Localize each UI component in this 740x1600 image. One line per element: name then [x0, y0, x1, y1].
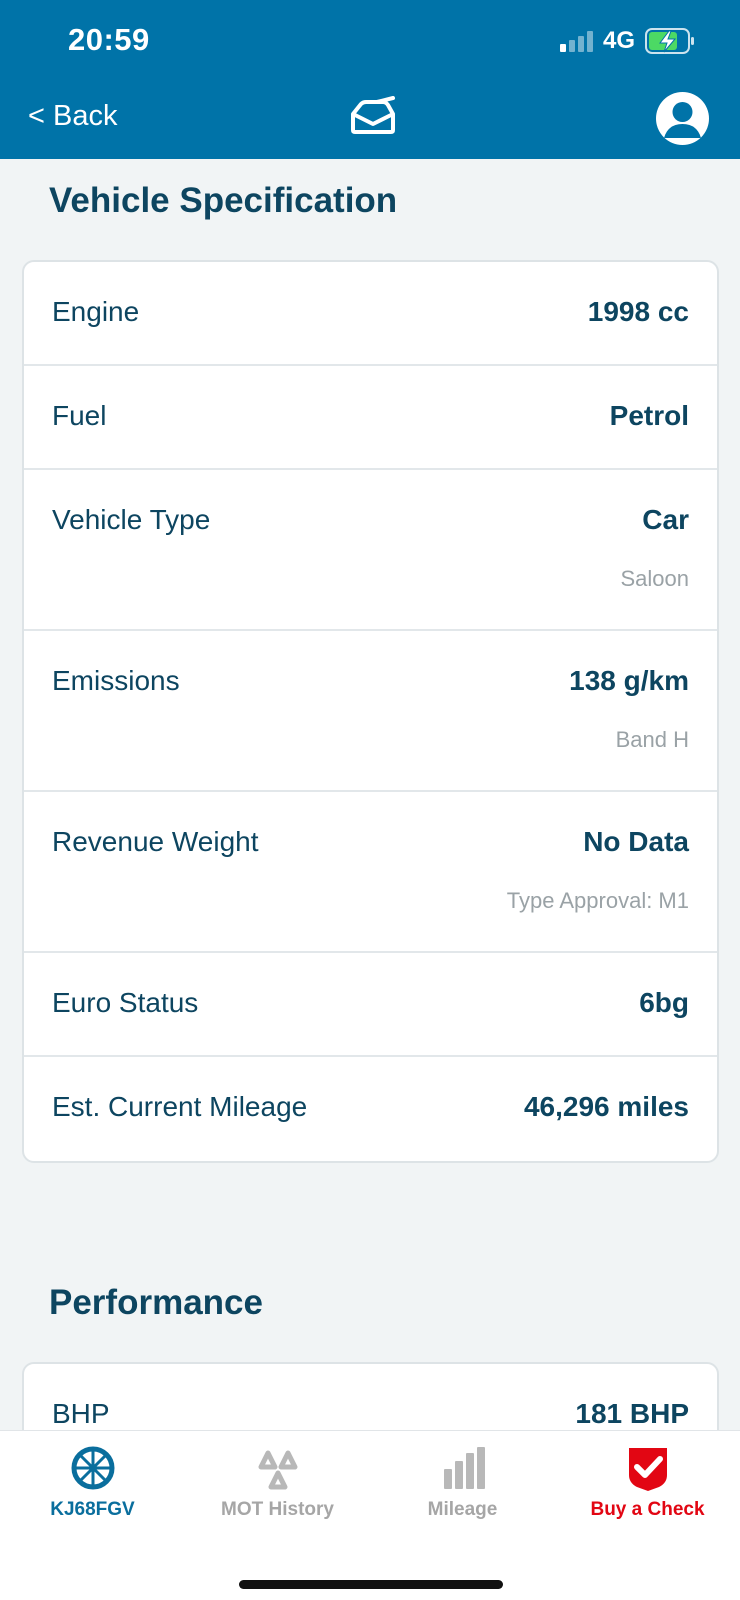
row-value: Petrol [609, 400, 689, 431]
row-subvalue: Type Approval: M1 [506, 888, 689, 913]
performance-title: Performance [49, 1283, 263, 1322]
row-label: Emissions [52, 665, 180, 696]
tab-buy-a-check[interactable]: Buy a Check [555, 1445, 740, 1525]
row-label: Est. Current Mileage [52, 1091, 308, 1122]
spec-row-vehicle-type: Vehicle Type Car Saloon [24, 470, 717, 631]
spec-row-emissions: Emissions 138 g/km Band H [24, 631, 717, 792]
row-subvalue: Saloon [620, 566, 689, 591]
vehicle-spec-card: Engine 1998 cc Fuel Petrol Vehicle Type … [22, 260, 719, 1163]
signal-icon [560, 31, 593, 52]
tab-label: Buy a Check [590, 1499, 705, 1520]
row-label: Euro Status [52, 987, 199, 1018]
mot-triangle-icon [258, 1450, 297, 1490]
row-subvalue: Band H [615, 727, 689, 752]
row-value: 6bg [639, 987, 689, 1018]
row-label: Revenue Weight [52, 826, 259, 857]
back-button[interactable]: < Back [28, 100, 117, 133]
tab-label: MOT History [221, 1499, 334, 1520]
tab-label: KJ68FGV [50, 1499, 135, 1520]
tab-label: Mileage [427, 1499, 498, 1520]
row-value: No Data [583, 826, 689, 857]
car-check-logo-icon [351, 96, 395, 134]
spec-row-mileage: Est. Current Mileage 46,296 miles [24, 1057, 717, 1161]
row-value: 1998 cc [587, 296, 689, 327]
tab-vehicle[interactable]: KJ68FGV [0, 1445, 185, 1525]
spec-row-engine: Engine 1998 cc [24, 262, 717, 366]
battery-charging-icon [645, 28, 694, 54]
spec-row-euro-status: Euro Status 6bg [24, 953, 717, 1057]
vehicle-spec-title: Vehicle Specification [49, 181, 398, 220]
row-value: 138 g/km [569, 665, 689, 696]
check-shield-icon [628, 1448, 667, 1491]
app-header: 20:59 4G < Back [0, 0, 740, 159]
row-label: BHP [52, 1398, 110, 1429]
row-label: Engine [52, 296, 140, 327]
tab-mileage[interactable]: Mileage [370, 1445, 555, 1525]
row-label: Fuel [52, 400, 107, 431]
bottom-tab-bar: KJ68FGV MOT History Mileage Buy a Check [0, 1430, 740, 1600]
status-time: 20:59 [68, 22, 150, 57]
wheel-icon [71, 1446, 114, 1490]
home-indicator [239, 1580, 503, 1589]
spec-row-revenue-weight: Revenue Weight No Data Type Approval: M1 [24, 792, 717, 953]
row-value: Car [642, 504, 689, 535]
bar-chart-icon [443, 1447, 485, 1489]
tab-mot-history[interactable]: MOT History [185, 1445, 370, 1525]
row-label: Vehicle Type [52, 504, 211, 535]
row-value: 46,296 miles [523, 1091, 689, 1122]
row-value: 181 BHP [575, 1398, 689, 1429]
network-type: 4G [603, 27, 636, 54]
spec-row-fuel: Fuel Petrol [24, 366, 717, 470]
profile-avatar-icon[interactable] [656, 92, 709, 145]
